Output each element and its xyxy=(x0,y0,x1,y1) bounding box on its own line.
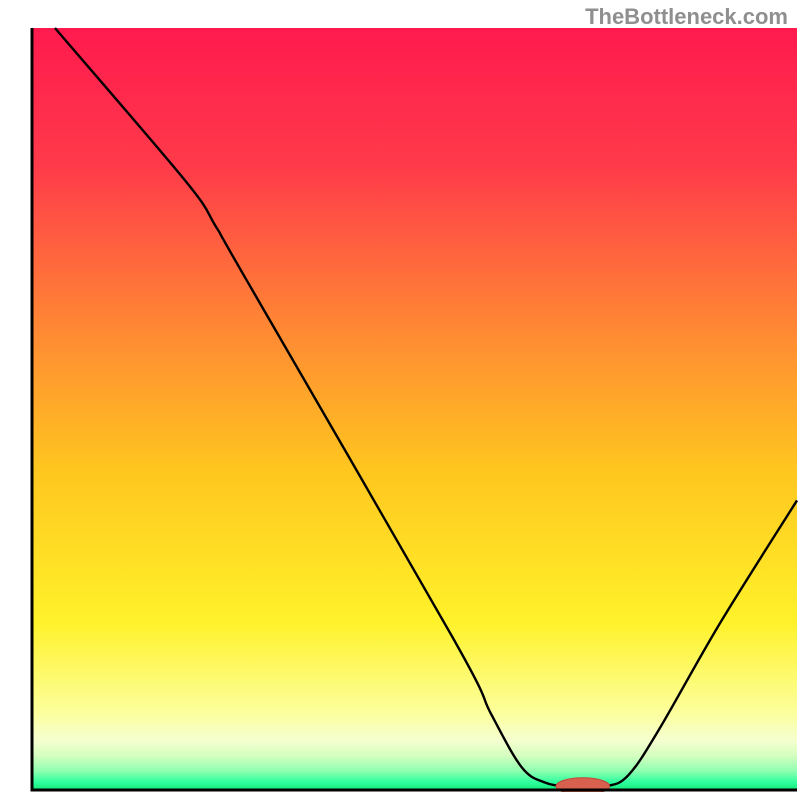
bottleneck-chart xyxy=(0,0,800,800)
optimal-marker xyxy=(556,778,610,795)
attribution-label: TheBottleneck.com xyxy=(585,4,788,30)
chart-container: TheBottleneck.com xyxy=(0,0,800,800)
gradient-background xyxy=(32,28,797,790)
